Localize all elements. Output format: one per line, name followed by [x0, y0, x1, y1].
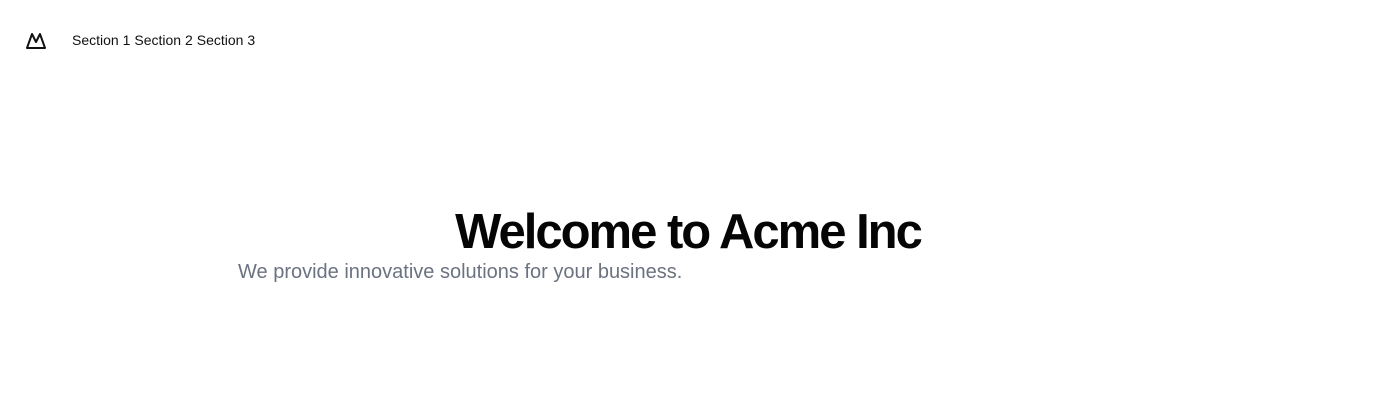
main-nav: Section 1 Section 2 Section 3: [72, 28, 255, 52]
nav-link-section-2[interactable]: Section 2: [134, 28, 192, 52]
hero-subtitle: We provide innovative solutions for your…: [238, 261, 683, 283]
mountain-icon: [26, 33, 46, 49]
site-header: Section 1 Section 2 Section 3: [24, 28, 255, 52]
logo-link[interactable]: [24, 28, 48, 52]
page: Section 1 Section 2 Section 3 Welcome to…: [0, 0, 1376, 417]
nav-link-section-3[interactable]: Section 3: [197, 28, 255, 52]
hero-title: Welcome to Acme Inc: [455, 205, 923, 259]
nav-link-section-1[interactable]: Section 1: [72, 28, 130, 52]
